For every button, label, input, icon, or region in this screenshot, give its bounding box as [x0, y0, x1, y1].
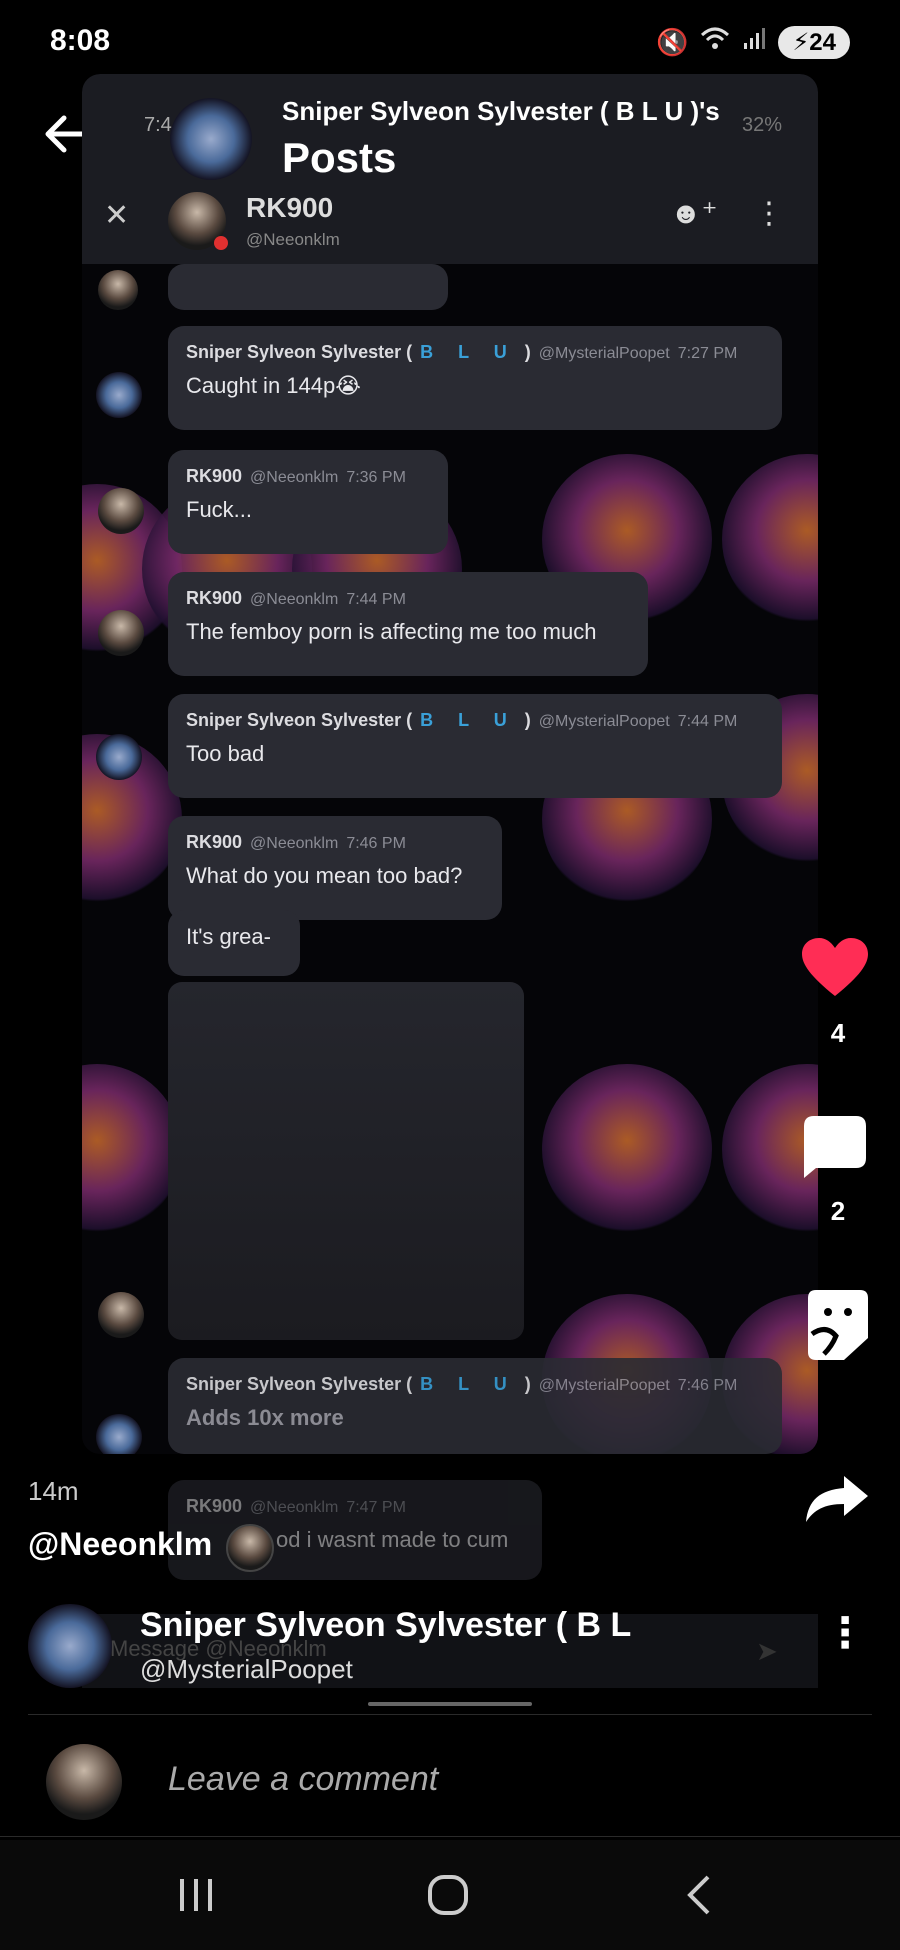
send-icon: ➤ [756, 1636, 778, 1666]
post-author-avatar[interactable] [226, 1524, 274, 1572]
background-art [722, 454, 818, 624]
wifi-icon [700, 27, 730, 58]
blu-tag: B L U [420, 342, 517, 362]
message-author: RK900 [186, 466, 243, 486]
message-handle: @Neeonklm [250, 591, 339, 608]
message-author: RK900 [186, 832, 243, 852]
message-bubble: RK900 @Neeonklm 7:47 PM od i wasnt made to… [168, 1480, 542, 1580]
message-handle: @MysterialPoopet [538, 1377, 670, 1394]
message-author: RK900 [186, 1496, 243, 1516]
like-count: 4 [830, 1018, 846, 1048]
owner-avatar[interactable] [170, 98, 252, 180]
post-media[interactable]: 7:4 Sniper Sylveon Sylvester ( B L U )'s… [82, 74, 818, 1454]
message-avatar [98, 488, 144, 534]
message-text: The femboy porn is affecting me too much [186, 619, 597, 644]
post-author-handle[interactable]: @Neeonklm [28, 1526, 212, 1563]
system-nav-bar [0, 1840, 900, 1950]
message-handle: @Neeonklm [250, 1499, 339, 1516]
sticker-button[interactable] [806, 1288, 870, 1362]
blu-tag: B L U [420, 1374, 517, 1394]
current-user-avatar [46, 1744, 122, 1820]
message-bubble [168, 264, 448, 310]
tagged-user-handle[interactable]: @MysterialPoopet [140, 1654, 353, 1685]
message-time: 7:47 PM [346, 1499, 406, 1516]
message-text: Caught in 144p😭 [186, 373, 361, 398]
sticker-icon [808, 1290, 868, 1360]
background-art [82, 1064, 182, 1234]
message-author-close: ) [524, 342, 531, 362]
contact-handle: @Neeonklm [246, 230, 340, 249]
message-avatar [96, 734, 142, 780]
battery-indicator: ⚡24 [778, 26, 850, 59]
status-icons: 🔇 ⚡24 [656, 26, 850, 59]
tagged-user-avatar[interactable] [28, 1604, 112, 1688]
message-author-close: ) [524, 1374, 531, 1394]
recent-apps-icon[interactable] [146, 1860, 246, 1930]
message-bubble: Sniper Sylveon Sylvester ( B L U) @Mysteri… [168, 694, 782, 798]
inner-time: 7:4 [144, 114, 172, 136]
comment-bubble-icon [804, 1116, 866, 1178]
message-avatar [96, 1414, 142, 1454]
back-nav-icon[interactable] [650, 1860, 750, 1930]
message-bubble: RK900 @Neeonklm 7:46 PM What do you mean t… [168, 816, 502, 920]
message-bubble: It's grea- [168, 910, 300, 976]
message-bubble: Sniper Sylveon Sylvester ( B L U) @Mysteri… [168, 326, 782, 430]
comment-count: 2 [830, 1196, 846, 1226]
message-handle: @Neeonklm [250, 835, 339, 852]
post-age: 14m [28, 1476, 79, 1506]
like-button[interactable] [800, 936, 876, 1006]
message-author: Sniper Sylveon Sylvester ( [186, 710, 413, 730]
mute-icon: 🔇 [656, 27, 689, 57]
message-time: 7:44 PM [346, 591, 406, 608]
home-icon[interactable] [398, 1860, 498, 1930]
message-avatar [96, 372, 142, 418]
divider [0, 1836, 900, 1837]
message-author-close: ) [524, 710, 531, 730]
post-options-icon[interactable]: ⋮ [824, 1608, 866, 1657]
add-friend-icon[interactable]: ☻⁺ [670, 196, 717, 231]
message-author: Sniper Sylveon Sylvester ( [186, 1374, 413, 1394]
background-art [542, 1064, 712, 1234]
message-author: Sniper Sylveon Sylvester ( [186, 342, 413, 362]
online-status-dot [214, 236, 228, 250]
drag-handle[interactable] [368, 1702, 532, 1706]
comment-button[interactable] [802, 1114, 872, 1184]
message-avatar [98, 1292, 144, 1338]
image-attachment[interactable] [168, 982, 524, 1340]
message-text: Fuck... [186, 497, 253, 522]
message-time: 7:46 PM [346, 835, 406, 852]
message-text: It's grea- [186, 924, 271, 949]
posts-label: Posts [282, 134, 397, 181]
message-time: 7:46 PM [677, 1377, 738, 1394]
message-text: Adds 10x more [186, 1405, 344, 1430]
message-bubble: Sniper Sylveon Sylvester ( B L U) @Mysteri… [168, 1358, 782, 1454]
owner-title: Sniper Sylveon Sylvester ( B L U )'s [282, 96, 720, 126]
more-options-icon[interactable]: ⋮ [754, 196, 784, 231]
close-icon[interactable]: ✕ [104, 198, 129, 233]
share-arrow-icon [806, 1476, 868, 1522]
message-text: What do you mean too bad? [186, 863, 463, 888]
message-handle: @MysterialPoopet [538, 713, 670, 730]
message-time: 7:44 PM [677, 713, 738, 730]
message-bubble: RK900 @Neeonklm 7:44 PM The femboy porn is… [168, 572, 648, 676]
message-author: RK900 [186, 588, 243, 608]
message-time: 7:36 PM [346, 469, 406, 486]
share-button[interactable] [804, 1474, 870, 1524]
message-text: Too bad [186, 741, 265, 766]
heart-icon [802, 938, 868, 996]
message-handle: @MysterialPoopet [538, 345, 670, 362]
status-time: 8:08 [50, 24, 111, 57]
message-avatar [98, 270, 138, 310]
message-handle: @Neeonklm [250, 469, 339, 486]
signal-icon [742, 27, 766, 58]
message-avatar [98, 610, 144, 656]
contact-name: RK900 [246, 192, 334, 223]
inner-battery: 32% [742, 114, 783, 136]
divider [28, 1714, 872, 1715]
tagged-user-name[interactable]: Sniper Sylveon Sylvester ( B L [140, 1606, 631, 1645]
message-time: 7:27 PM [677, 345, 738, 362]
blu-tag: B L U [420, 710, 517, 730]
message-bubble: RK900 @Neeonklm 7:36 PM Fuck... [168, 450, 448, 554]
comment-input[interactable]: Leave a comment [168, 1760, 438, 1799]
